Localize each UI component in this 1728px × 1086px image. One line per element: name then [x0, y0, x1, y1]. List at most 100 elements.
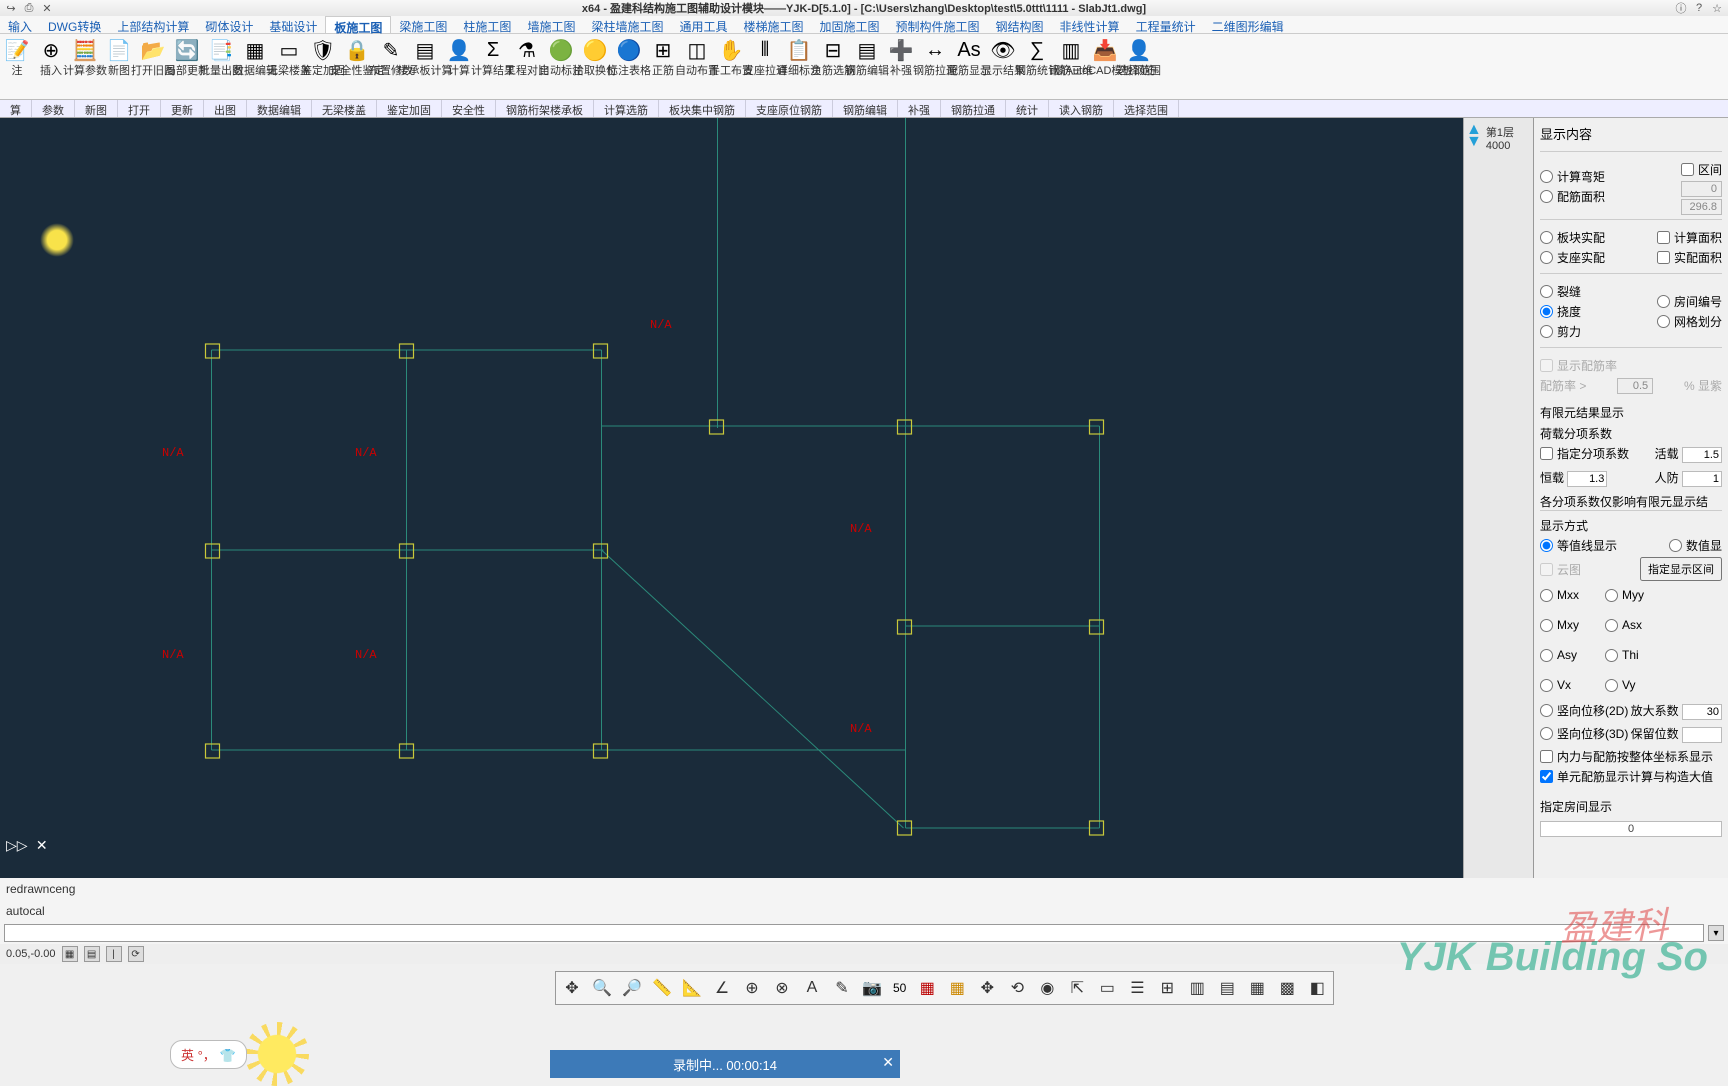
menu-1[interactable]: DWG转换	[40, 16, 109, 33]
dwg-icon[interactable]: ▦	[944, 975, 970, 1001]
chk-calc-area[interactable]	[1657, 231, 1670, 244]
zoom-out-icon[interactable]: 🔎	[619, 975, 645, 1001]
dec-val[interactable]	[1682, 727, 1722, 743]
sublabel-1[interactable]: 参数	[32, 100, 75, 117]
menu-9[interactable]: 梁柱墙施工图	[583, 16, 671, 33]
arrow-down-icon[interactable]: ▼	[1466, 136, 1482, 148]
menu-4[interactable]: 基础设计	[261, 16, 325, 33]
radio-support-actual[interactable]	[1540, 251, 1553, 264]
more3-icon[interactable]: ▦	[1244, 975, 1270, 1001]
sublabel-6[interactable]: 数据编辑	[247, 100, 312, 117]
menu-14[interactable]: 钢结构图	[988, 16, 1052, 33]
radio-room-id[interactable]	[1657, 295, 1670, 308]
picker-icon[interactable]: ◉	[1034, 975, 1060, 1001]
radio-numeric[interactable]	[1669, 539, 1682, 552]
more4-icon[interactable]: ▩	[1274, 975, 1300, 1001]
more2-icon[interactable]: ▤	[1214, 975, 1240, 1001]
frame-icon[interactable]: ▭	[1094, 975, 1120, 1001]
sublabel-10[interactable]: 钢筋桁架楼承板	[496, 100, 594, 117]
radio-disp2d[interactable]	[1540, 704, 1553, 717]
sublabel-9[interactable]: 安全性	[442, 100, 496, 117]
radio-axis-Asy[interactable]	[1540, 649, 1553, 662]
sublabel-4[interactable]: 更新	[161, 100, 204, 117]
sublabel-3[interactable]: 打开	[118, 100, 161, 117]
radio-axis-Mxx[interactable]	[1540, 589, 1553, 602]
sublabel-7[interactable]: 无梁楼盖	[312, 100, 377, 117]
text-icon[interactable]: A	[799, 975, 825, 1001]
menu-7[interactable]: 柱施工图	[455, 16, 519, 33]
sublabel-11[interactable]: 计算选筋	[594, 100, 659, 117]
share-icon[interactable]: ⇱	[1064, 975, 1090, 1001]
sublabel-16[interactable]: 钢筋拉通	[941, 100, 1006, 117]
radio-axis-Asx[interactable]	[1605, 619, 1618, 632]
radio-axis-Myy[interactable]	[1605, 589, 1618, 602]
sublabel-17[interactable]: 统计	[1006, 100, 1049, 117]
measure-icon[interactable]: 📐	[679, 975, 705, 1001]
menu-12[interactable]: 加固施工图	[812, 16, 888, 33]
menu-15[interactable]: 非线性计算	[1052, 16, 1128, 33]
grid2-icon[interactable]: ▤	[84, 946, 100, 962]
radio-mesh[interactable]	[1657, 315, 1670, 328]
ime-bubble[interactable]: 英 °， 👕	[170, 1040, 247, 1069]
menu-3[interactable]: 砌体设计	[197, 16, 261, 33]
radio-reinf-area[interactable]	[1540, 190, 1553, 203]
layer-icon[interactable]: ☰	[1124, 975, 1150, 1001]
drawing-canvas[interactable]: N/A N/A N/A N/A N/A N/A N/A ▷▷ ✕	[0, 118, 1463, 878]
sublabel-5[interactable]: 出图	[204, 100, 247, 117]
radio-disp3d[interactable]	[1540, 727, 1553, 740]
compass-icon[interactable]: ⊕	[739, 975, 765, 1001]
pdf-icon[interactable]: ▦	[914, 975, 940, 1001]
print-icon[interactable]: ⎙	[22, 1, 36, 15]
pan-icon[interactable]: ✥	[559, 975, 585, 1001]
command-input[interactable]	[4, 924, 1704, 942]
help-icon[interactable]: ?	[1692, 1, 1706, 15]
close-doc-icon[interactable]: ✕	[40, 1, 54, 15]
menu-0[interactable]: 输入	[0, 16, 40, 33]
camera-icon[interactable]: 📷	[859, 975, 885, 1001]
radio-deflection[interactable]	[1540, 305, 1553, 318]
ribbon-18[interactable]: 🔵标注表格	[612, 34, 646, 99]
star-icon[interactable]: ☆	[1710, 1, 1724, 15]
radio-shear[interactable]	[1540, 325, 1553, 338]
pencil-icon[interactable]: ✎	[829, 975, 855, 1001]
radio-axis-Vy[interactable]	[1605, 679, 1618, 692]
ribbon-12[interactable]: ▤楼承板计算	[408, 34, 442, 99]
redo-icon[interactable]: ↪	[4, 1, 18, 15]
chk-force-global[interactable]	[1540, 750, 1553, 763]
radio-axis-Mxy[interactable]	[1540, 619, 1553, 632]
info-icon[interactable]: ⓘ	[1674, 1, 1688, 15]
grid-icon[interactable]: ▦	[62, 946, 78, 962]
chk-actual-area[interactable]	[1657, 251, 1670, 264]
sublabel-8[interactable]: 鉴定加固	[377, 100, 442, 117]
more5-icon[interactable]: ◧	[1304, 975, 1330, 1001]
def-load-val[interactable]	[1682, 471, 1722, 487]
sublabel-0[interactable]: 算	[0, 100, 32, 117]
loop-icon[interactable]: ⟲	[1004, 975, 1030, 1001]
chk-range[interactable]	[1681, 163, 1694, 176]
menu-6[interactable]: 梁施工图	[391, 16, 455, 33]
dead-load-val[interactable]	[1567, 471, 1607, 487]
radio-axis-Vx[interactable]	[1540, 679, 1553, 692]
live-load-val[interactable]	[1682, 447, 1722, 463]
more1-icon[interactable]: ▥	[1184, 975, 1210, 1001]
ruler-icon[interactable]: 📏	[649, 975, 675, 1001]
recording-close-icon[interactable]: ✕	[882, 1054, 894, 1071]
menu-11[interactable]: 楼梯施工图	[735, 16, 811, 33]
sublabel-2[interactable]: 新图	[75, 100, 118, 117]
ribbon-25[interactable]: ▤钢筋编辑	[850, 34, 884, 99]
page-arrows[interactable]: ▲▼	[1466, 124, 1482, 148]
menu-13[interactable]: 预制构件施工图	[888, 16, 988, 33]
menu-16[interactable]: 工程量统计	[1128, 16, 1204, 33]
radio-crack[interactable]	[1540, 285, 1553, 298]
radio-axis-Thi[interactable]	[1605, 649, 1618, 662]
btn-spec-region[interactable]: 指定显示区间	[1640, 557, 1722, 581]
sublabel-12[interactable]: 板块集中钢筋	[659, 100, 746, 117]
menu-10[interactable]: 通用工具	[671, 16, 735, 33]
radio-slab-actual[interactable]	[1540, 231, 1553, 244]
menu-5[interactable]: 板施工图	[325, 16, 391, 33]
radio-contour[interactable]	[1540, 539, 1553, 552]
amp-val[interactable]	[1682, 704, 1722, 720]
sublabel-19[interactable]: 选择范围	[1114, 100, 1179, 117]
sublabel-14[interactable]: 钢筋编辑	[833, 100, 898, 117]
angle-icon[interactable]: ∠	[709, 975, 735, 1001]
